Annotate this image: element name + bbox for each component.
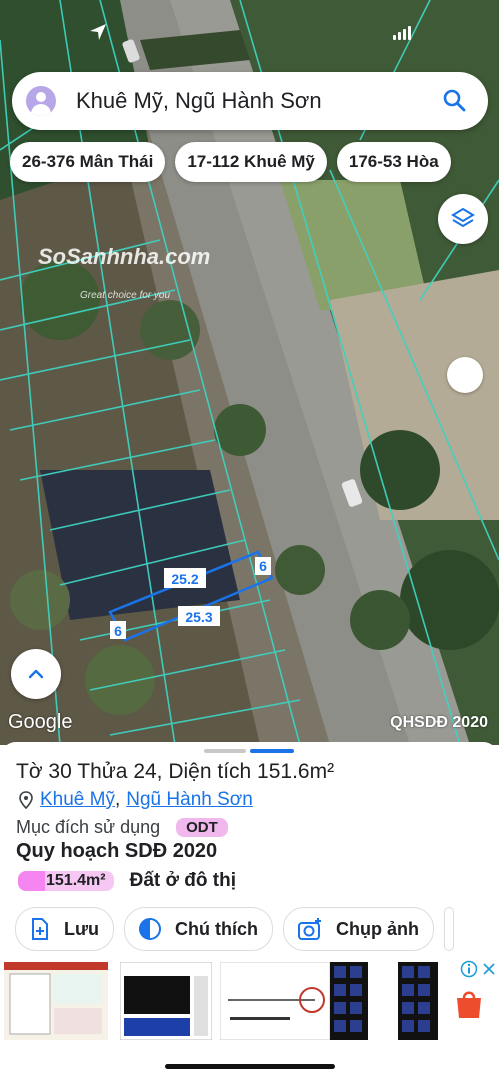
watermark: SoSanhnha.com <box>38 244 211 269</box>
signal-icon <box>393 26 411 40</box>
ad-image <box>220 962 330 1040</box>
chip-parcel[interactable]: 17-112 Khuê Mỹ <box>175 142 327 182</box>
add-document-icon <box>32 918 48 940</box>
ad-close-icon[interactable] <box>482 960 496 978</box>
ward-link[interactable]: Khuê Mỹ <box>40 789 115 811</box>
ad-info-icon[interactable] <box>460 960 478 978</box>
dimension-right: 6 <box>259 558 267 574</box>
search-button[interactable] <box>440 86 470 116</box>
save-label: Lưu <box>64 918 100 939</box>
district-link[interactable]: Ngũ Hành Sơn <box>126 789 253 811</box>
layers-icon <box>451 207 475 228</box>
google-logo: Google <box>8 711 73 733</box>
sheet-handle[interactable] <box>204 749 294 753</box>
map-layer-label: QHSDĐ 2020 <box>390 714 488 731</box>
home-indicator <box>165 1064 335 1069</box>
ad-image <box>330 962 438 1040</box>
action-bar: Lưu Chú thích Chụp ảnh <box>15 907 455 951</box>
capture-button[interactable]: Chụp ảnh <box>283 907 435 951</box>
parcel-chips: 26-376 Mân Thái 17-112 Khuê Mỹ 176-53 Hò… <box>10 142 451 182</box>
ad-image <box>120 962 212 1040</box>
contrast-icon <box>139 918 162 940</box>
location-pin-icon <box>19 791 33 809</box>
dimension-bottom: 25.3 <box>185 609 212 625</box>
chevron-up-icon <box>28 669 44 679</box>
address-separator: , <box>114 789 121 810</box>
purpose-label: Mục đích sử dụng <box>16 817 161 837</box>
plan-row: 151.4m² Đất ở đô thị <box>18 870 236 892</box>
status-bar <box>0 0 499 48</box>
address-row: Khuê Mỹ , Ngũ Hành Sơn <box>18 789 253 811</box>
capture-label: Chụp ảnh <box>336 918 420 939</box>
dimension-top: 25.2 <box>171 571 198 587</box>
ad-image <box>4 962 108 1040</box>
ad-banner[interactable] <box>0 954 499 1050</box>
chip-parcel[interactable]: 26-376 Mân Thái <box>10 142 166 182</box>
search-bar[interactable]: Khuê Mỹ, Ngũ Hành Sơn <box>12 72 488 130</box>
avatar[interactable] <box>26 86 56 116</box>
parcel-title: Tờ 30 Thửa 24, Diện tích 151.6m² <box>16 760 335 783</box>
watermark-subtitle: Great choice for you <box>80 290 171 301</box>
search-input[interactable]: Khuê Mỹ, Ngũ Hành Sơn <box>76 88 440 114</box>
save-button[interactable]: Lưu <box>15 907 115 951</box>
dimension-left: 6 <box>114 623 122 639</box>
legend-button[interactable]: Chú thích <box>124 907 274 951</box>
purpose-code-badge: ODT <box>176 818 228 837</box>
map-view[interactable]: 25.2 25.3 6 6 SoSanhnha.com Great choice… <box>0 0 499 745</box>
camera-icon <box>298 918 322 940</box>
chip-parcel[interactable]: 176-53 Hòa <box>336 142 451 182</box>
compass-dot[interactable] <box>447 357 483 393</box>
legend-label: Chú thích <box>175 918 259 939</box>
info-sheet: Tờ 30 Thửa 24, Diện tích 151.6m² Khuê Mỹ… <box>0 742 499 1080</box>
location-arrow-icon <box>90 24 106 40</box>
plan-use-label: Đất ở đô thị <box>129 870 236 891</box>
shopping-bag-icon <box>457 991 481 1018</box>
plan-area-badge: 151.4m² <box>18 871 114 891</box>
expand-up-button[interactable] <box>11 649 61 699</box>
purpose-row: Mục đích sử dụng ODT <box>16 817 228 838</box>
layers-button[interactable] <box>438 194 488 244</box>
plan-title: Quy hoạch SDĐ 2020 <box>16 840 218 862</box>
search-icon <box>443 89 466 112</box>
more-actions-button[interactable] <box>444 907 455 951</box>
